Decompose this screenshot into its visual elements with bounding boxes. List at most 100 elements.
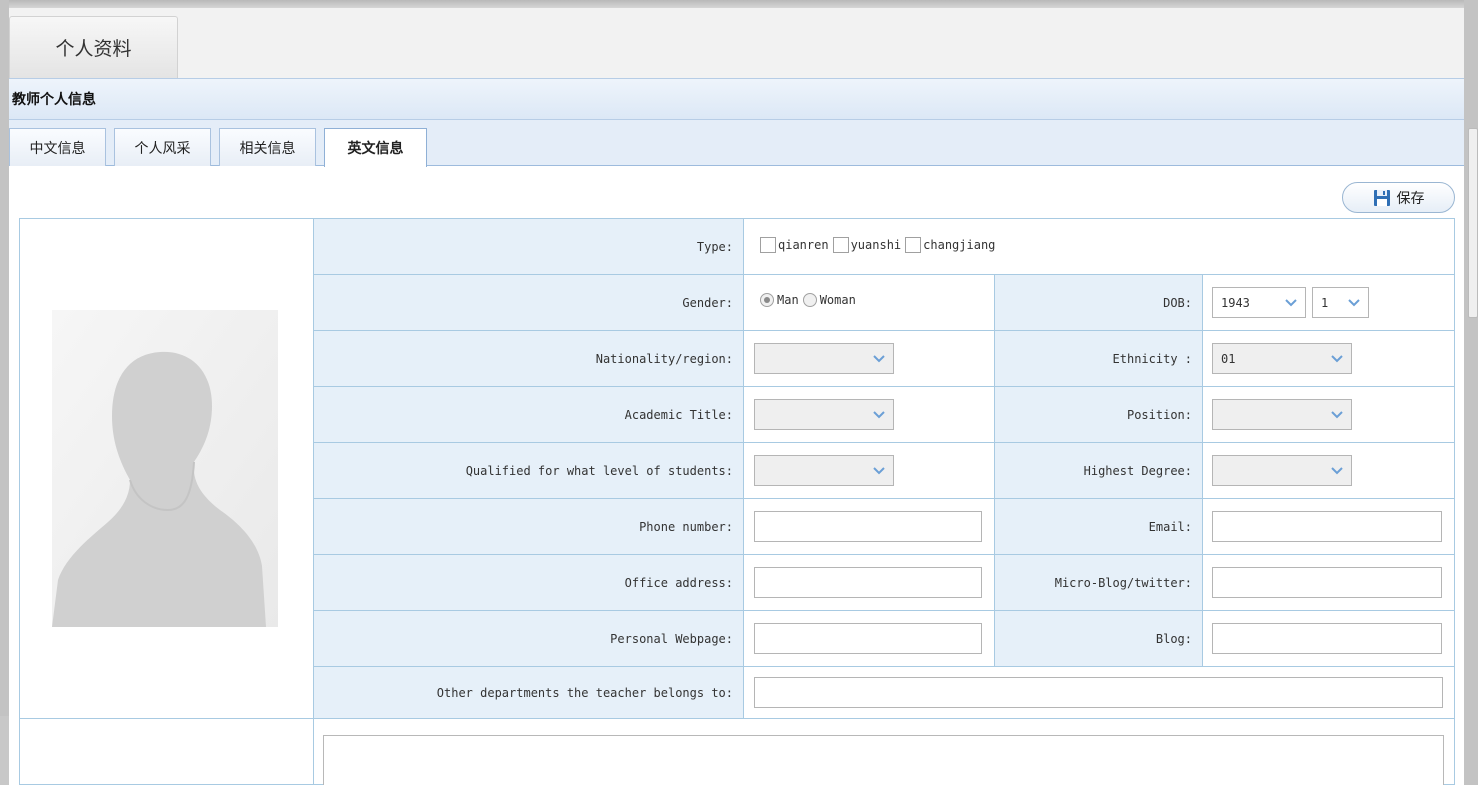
type-value: qianren yuanshi changjiang — [744, 219, 1455, 274]
row-webpage-blog: Personal Webpage: Blog: — [314, 611, 1455, 667]
ethnicity-select[interactable]: 01 — [1212, 343, 1352, 374]
dob-label: DOB: — [994, 275, 1203, 330]
radio-man-label: Man — [777, 293, 799, 307]
academic-title-select[interactable] — [754, 399, 894, 430]
microblog-label: Micro-Blog/twitter: — [994, 555, 1203, 610]
tab-personal-style-label: 个人风采 — [134, 140, 191, 157]
checkbox-changjiang[interactable] — [905, 237, 922, 253]
tab-related-info-label: 相关信息 — [239, 140, 296, 157]
email-input[interactable] — [1212, 511, 1442, 542]
gender-label: Gender: — [314, 275, 744, 330]
position-value — [1203, 387, 1455, 442]
avatar-placeholder[interactable] — [52, 310, 278, 627]
blog-label: Blog: — [994, 611, 1203, 666]
qualified-label: Qualified for what level of students: — [314, 443, 744, 498]
chevron-down-icon — [873, 355, 885, 363]
radio-man[interactable] — [760, 293, 774, 307]
chevron-down-icon — [873, 411, 885, 419]
nationality-label: Nationality/region: — [314, 331, 744, 386]
profile-window: 个人资料 教师个人信息 中文信息 个人风采 相关信息 英文信息 保存 Type:… — [9, 8, 1464, 785]
row-title-position: Academic Title: Position: — [314, 387, 1455, 443]
row-office-microblog: Office address: Micro-Blog/twitter: — [314, 555, 1455, 611]
phone-label: Phone number: — [314, 499, 744, 554]
row-departments: Other departments the teacher belongs to… — [314, 667, 1455, 718]
blog-input[interactable] — [1212, 623, 1442, 654]
tab-english-info[interactable]: 英文信息 — [324, 128, 427, 167]
tab-personal-profile[interactable]: 个人资料 — [9, 16, 178, 78]
floppy-disk-icon — [1373, 189, 1390, 206]
academic-title-value — [744, 387, 994, 442]
office-input[interactable] — [754, 567, 982, 598]
phone-input[interactable] — [754, 511, 982, 542]
chevron-down-icon — [1348, 299, 1360, 307]
row-qualified-degree: Qualified for what level of students: Hi… — [314, 443, 1455, 499]
row-phone-email: Phone number: Email: — [314, 499, 1455, 555]
radio-woman[interactable] — [802, 293, 817, 307]
checkbox-qianren[interactable] — [760, 237, 776, 253]
english-info-form: Type: qianren yuanshi changjiang Gender:… — [19, 218, 1455, 785]
highest-degree-select[interactable] — [1212, 455, 1352, 486]
type-label: Type: — [314, 219, 744, 274]
scrollbar-thumb[interactable] — [1468, 128, 1478, 318]
row-type: Type: qianren yuanshi changjiang — [314, 219, 1455, 275]
tab-personal-style[interactable]: 个人风采 — [114, 128, 211, 166]
tab-english-info-label: 英文信息 — [347, 141, 404, 157]
extra-value-cell — [314, 718, 1455, 785]
window-frame-top — [0, 0, 1478, 8]
departments-input[interactable] — [754, 677, 1443, 708]
window-frame-right — [1464, 0, 1478, 785]
ethnicity-label: Ethnicity : — [994, 331, 1203, 386]
webpage-value — [744, 611, 994, 666]
row-nationality-ethnicity: Nationality/region: Ethnicity : 01 — [314, 331, 1455, 387]
microblog-value — [1203, 555, 1455, 610]
nationality-select[interactable] — [754, 343, 894, 374]
blog-value — [1203, 611, 1455, 666]
position-label: Position: — [994, 387, 1203, 442]
tab-chinese-info[interactable]: 中文信息 — [9, 128, 106, 166]
microblog-input[interactable] — [1212, 567, 1442, 598]
checkbox-qianren-label: qianren — [778, 238, 829, 252]
office-value — [744, 555, 994, 610]
departments-value — [744, 667, 1455, 718]
window-frame-left — [0, 0, 9, 716]
photo-cell — [20, 219, 314, 718]
save-button[interactable]: 保存 — [1342, 182, 1455, 213]
dob-year-select[interactable]: 1943 — [1212, 287, 1306, 318]
highest-degree-label: Highest Degree: — [994, 443, 1203, 498]
webpage-input[interactable] — [754, 623, 982, 654]
webpage-label: Personal Webpage: — [314, 611, 744, 666]
checkbox-yuanshi[interactable] — [832, 237, 849, 253]
phone-value — [744, 499, 994, 554]
checkbox-yuanshi-label: yuanshi — [850, 238, 902, 252]
qualified-select[interactable] — [754, 455, 894, 486]
dob-value: 1943 1 — [1203, 275, 1455, 330]
description-textarea[interactable] — [323, 735, 1444, 785]
radio-woman-label: Woman — [819, 293, 856, 307]
dob-month-select[interactable]: 1 — [1312, 287, 1369, 318]
chevron-down-icon — [1331, 355, 1343, 363]
ethnicity-value: 01 — [1203, 331, 1455, 386]
gender-value: Man Woman — [744, 275, 994, 330]
sub-tab-bar: 中文信息 个人风采 相关信息 英文信息 — [9, 120, 1464, 167]
chevron-down-icon — [1285, 299, 1297, 307]
email-value — [1203, 499, 1455, 554]
email-label: Email: — [994, 499, 1203, 554]
qualified-value — [744, 443, 994, 498]
departments-label: Other departments the teacher belongs to… — [314, 667, 744, 718]
save-button-label: 保存 — [1396, 190, 1425, 207]
chevron-down-icon — [1331, 467, 1343, 475]
chevron-down-icon — [873, 467, 885, 475]
tab-related-info[interactable]: 相关信息 — [219, 128, 316, 166]
page-tab-bar: 个人资料 — [9, 8, 1464, 78]
highest-degree-value — [1203, 443, 1455, 498]
academic-title-label: Academic Title: — [314, 387, 744, 442]
office-label: Office address: — [314, 555, 744, 610]
tab-chinese-info-label: 中文信息 — [29, 140, 86, 157]
panel-title: 教师个人信息 — [9, 78, 1464, 120]
position-select[interactable] — [1212, 399, 1352, 430]
checkbox-changjiang-label: changjiang — [923, 238, 996, 252]
extra-label-cell — [20, 718, 314, 785]
chevron-down-icon — [1331, 411, 1343, 419]
nationality-value — [744, 331, 994, 386]
row-gender-dob: Gender: Man Woman DOB: 1943 1 — [314, 275, 1455, 331]
